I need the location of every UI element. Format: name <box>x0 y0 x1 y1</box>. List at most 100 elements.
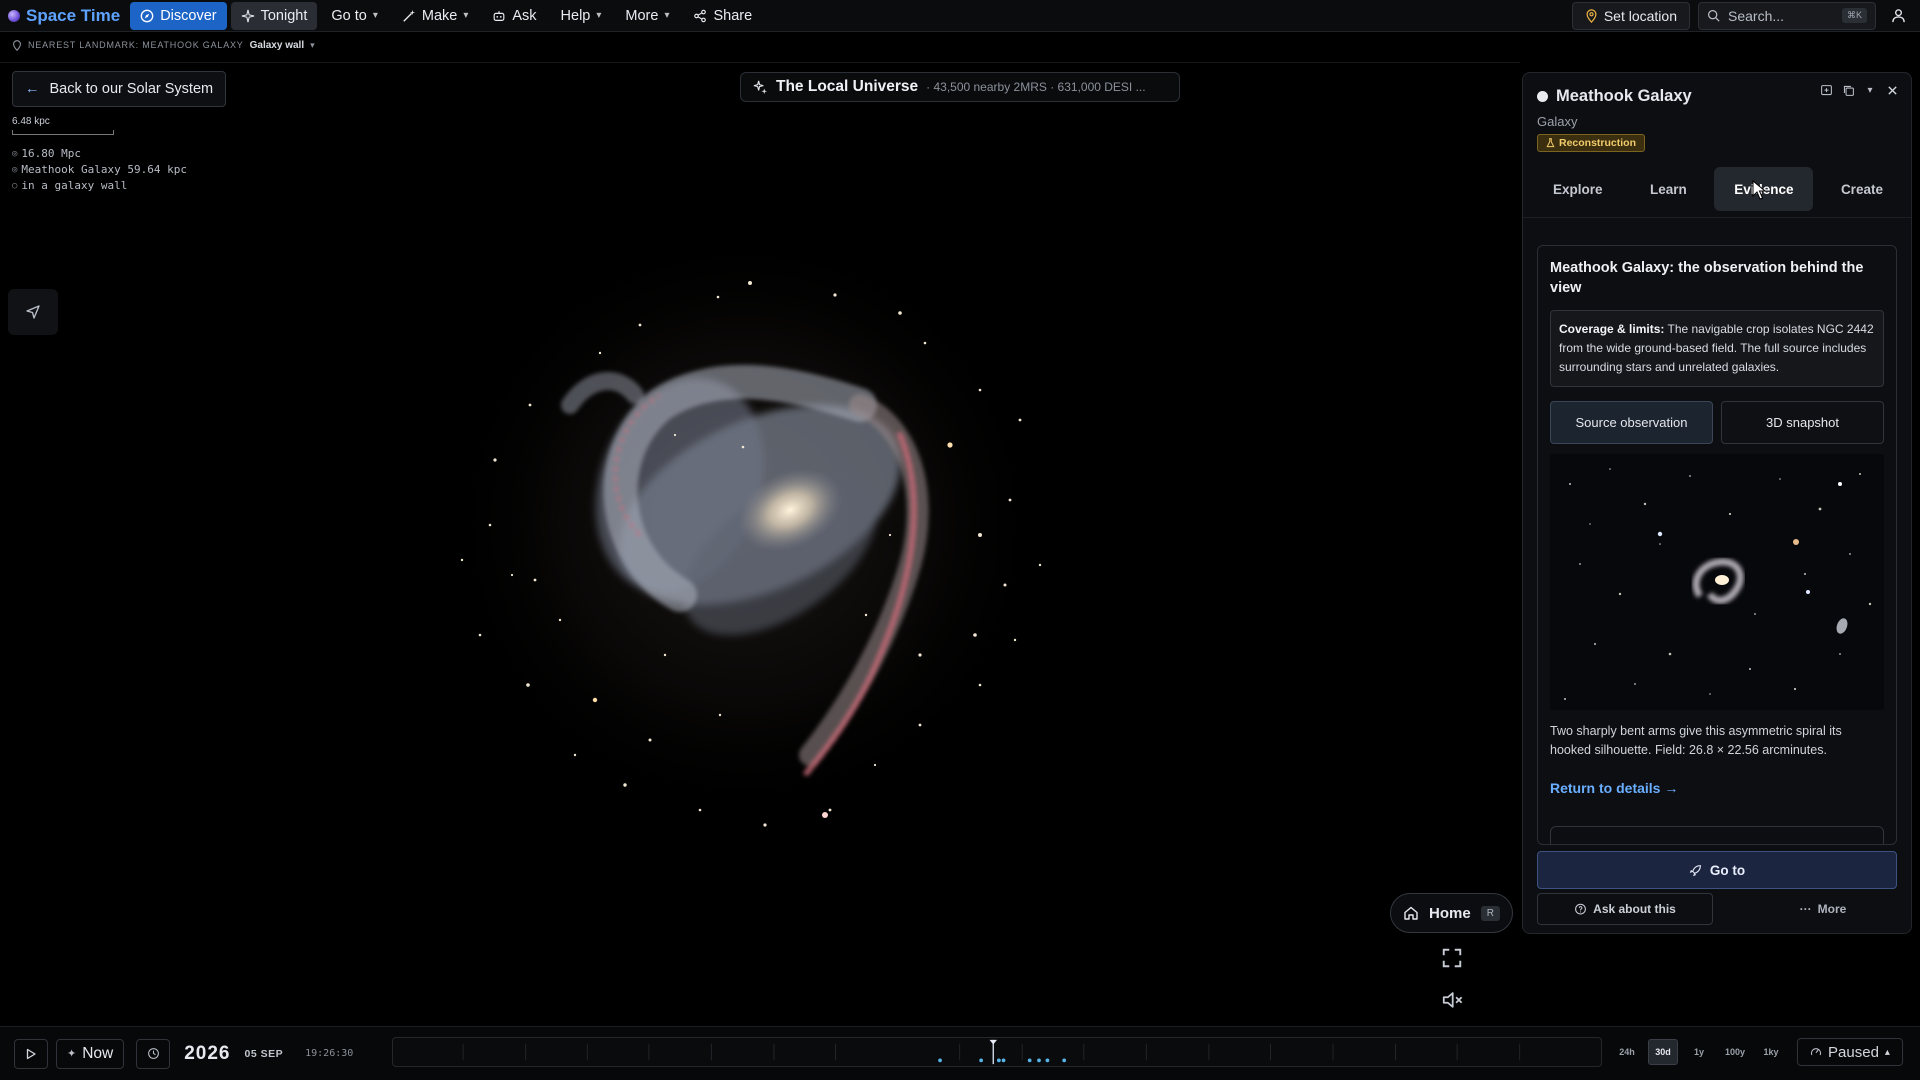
evidence-view-toggle: Source observation 3D snapshot <box>1550 401 1884 444</box>
tab-explore[interactable]: Explore <box>1533 167 1623 211</box>
readout-region: in a galaxy wall <box>21 179 128 192</box>
share-button[interactable]: Share <box>683 2 762 30</box>
share-label: Share <box>713 7 753 24</box>
ask-label: Ask <box>512 7 537 24</box>
tab-create[interactable]: Create <box>1821 167 1903 211</box>
set-location-label: Set location <box>1603 7 1677 24</box>
object-type: Galaxy <box>1537 114 1578 129</box>
history-button[interactable] <box>136 1038 171 1069</box>
make-menu[interactable]: Make ▾ <box>392 2 479 30</box>
panel-header: Meathook Galaxy <box>1537 87 1692 106</box>
now-button[interactable]: ✦ Now <box>56 1038 125 1069</box>
panel-tabs: Explore Learn Evidence Create <box>1533 167 1903 211</box>
mute-icon[interactable] <box>1441 989 1463 1011</box>
distance-icon: ◎ <box>12 149 18 159</box>
rocket-icon <box>1689 864 1701 876</box>
ellipsis-icon: ··· <box>1799 902 1812 916</box>
home-icon <box>1404 906 1418 920</box>
range-1y[interactable]: 1y <box>1684 1039 1714 1065</box>
go-to-button[interactable]: Go to <box>1537 851 1897 889</box>
range-100y[interactable]: 100y <box>1720 1039 1750 1065</box>
range-24h[interactable]: 24h <box>1612 1039 1642 1065</box>
timeline-bar: ✦ Now 2026 05 SEP 19:26:30 24h 30d 1y 10… <box>0 1026 1920 1080</box>
return-to-details-link[interactable]: Return to details → <box>1550 780 1678 796</box>
landmark-label: NEAREST LANDMARK: MEATHOOK GALAXY <box>28 40 244 50</box>
top-bar: Space Time Discover Tonight Go to ▾ Make… <box>0 0 1920 32</box>
arrow-left-icon: ← <box>25 81 40 97</box>
home-shortcut: R <box>1480 905 1500 921</box>
playhead-handle-icon[interactable] <box>989 1039 997 1045</box>
universe-title-pill[interactable]: The Local Universe · 43,500 nearby 2MRS … <box>740 72 1180 102</box>
bookmark-add-icon[interactable] <box>1817 81 1835 99</box>
chevron-down-icon: ▾ <box>596 10 602 21</box>
coverage-limits-note: Coverage & limits: The navigable crop is… <box>1550 310 1884 387</box>
make-label: Make <box>421 7 458 24</box>
limits-label: Coverage & limits: <box>1559 322 1665 336</box>
collapse-chevron-icon[interactable]: ▾ <box>1861 81 1879 99</box>
home-button[interactable]: Home R <box>1390 893 1513 933</box>
close-icon[interactable] <box>1883 81 1901 99</box>
scale-bar <box>12 130 114 135</box>
region-icon: ○ <box>12 181 18 191</box>
range-30d[interactable]: 30d <box>1648 1039 1678 1065</box>
playback-status: Paused <box>1828 1043 1879 1061</box>
brand[interactable]: Space Time <box>8 6 120 26</box>
source-observation-button[interactable]: Source observation <box>1550 401 1713 444</box>
go-to-label: Go to <box>1709 862 1746 878</box>
search-input[interactable]: Search... ⌘K <box>1698 1 1876 30</box>
nearest-landmark[interactable]: NEAREST LANDMARK: MEATHOOK GALAXY Galaxy… <box>0 37 315 53</box>
help-menu[interactable]: Help ▾ <box>551 2 612 30</box>
location-readout: ◎ 16.80 Mpc ◎ Meathook Galaxy 59.64 kpc ○ i… <box>12 146 187 194</box>
more-menu[interactable]: More ▾ <box>615 2 679 30</box>
tab-learn[interactable]: Learn <box>1630 167 1707 211</box>
history-icon <box>147 1048 159 1059</box>
tonight-label: Tonight <box>260 7 308 24</box>
timeline-track[interactable] <box>392 1037 1602 1067</box>
play-icon <box>26 1048 36 1059</box>
object-detail-panel: Meathook Galaxy Galaxy Reconstruction ▾ … <box>1522 72 1912 934</box>
scale-label: 6.48 kpc <box>12 116 50 127</box>
tonight-button[interactable]: Tonight <box>230 1 318 30</box>
evidence-card: Meathook Galaxy: the observation behind … <box>1537 245 1897 845</box>
galaxy-view[interactable] <box>420 235 1070 855</box>
speed-gauge-icon <box>1811 1048 1822 1056</box>
3d-snapshot-button[interactable]: 3D snapshot <box>1721 401 1884 444</box>
timeline-events <box>938 1058 1067 1063</box>
mouse-cursor-icon <box>1752 180 1766 200</box>
search-placeholder: Search... <box>1728 7 1785 24</box>
chevron-down-icon: ▾ <box>372 10 378 21</box>
ask-about-label: Ask about this <box>1593 902 1676 916</box>
panel-title: Meathook Galaxy <box>1556 87 1692 105</box>
more-label: More <box>625 7 659 24</box>
goto-label: Go to <box>331 7 367 24</box>
source-observation-image[interactable] <box>1550 454 1884 710</box>
navigate-icon <box>26 305 40 319</box>
search-shortcut: ⌘K <box>1841 8 1867 23</box>
chevron-down-icon: ▾ <box>463 10 469 21</box>
ask-about-this-button[interactable]: Ask about this <box>1537 893 1713 925</box>
timeline-time: 19:26:30 <box>305 1048 354 1059</box>
more-actions-button[interactable]: ··· More <box>1773 893 1873 925</box>
scale-indicator: 6.48 kpc <box>12 116 114 135</box>
back-to-solar-system-button[interactable]: ← Back to our Solar System <box>12 71 227 107</box>
universe-subtitle: · 43,500 nearby 2MRS · 631,000 DESI ... <box>926 80 1146 94</box>
sparkle-icon <box>753 80 768 94</box>
now-label: Now <box>82 1044 114 1062</box>
pointer-tool-button[interactable] <box>8 289 58 335</box>
time-range-selector: 24h 30d 1y 100y 1ky <box>1612 1039 1786 1065</box>
goto-menu[interactable]: Go to ▾ <box>321 2 388 30</box>
set-location-button[interactable]: Set location <box>1571 1 1690 30</box>
playback-status-button[interactable]: Paused ▴ <box>1797 1038 1903 1066</box>
discover-button[interactable]: Discover <box>130 1 227 30</box>
play-button[interactable] <box>14 1038 48 1069</box>
ask-button[interactable]: Ask <box>482 2 546 30</box>
copy-icon[interactable] <box>1839 81 1857 99</box>
user-icon[interactable] <box>1884 2 1912 30</box>
range-1ky[interactable]: 1ky <box>1756 1039 1786 1065</box>
badge-label: Reconstruction <box>1559 137 1637 149</box>
readout-target: Meathook Galaxy 59.64 kpc <box>21 163 187 176</box>
fullscreen-icon[interactable] <box>1441 947 1463 969</box>
brand-name: Space Time <box>26 5 121 25</box>
share-icon <box>694 9 707 22</box>
panel-actions: ▾ <box>1817 81 1901 99</box>
